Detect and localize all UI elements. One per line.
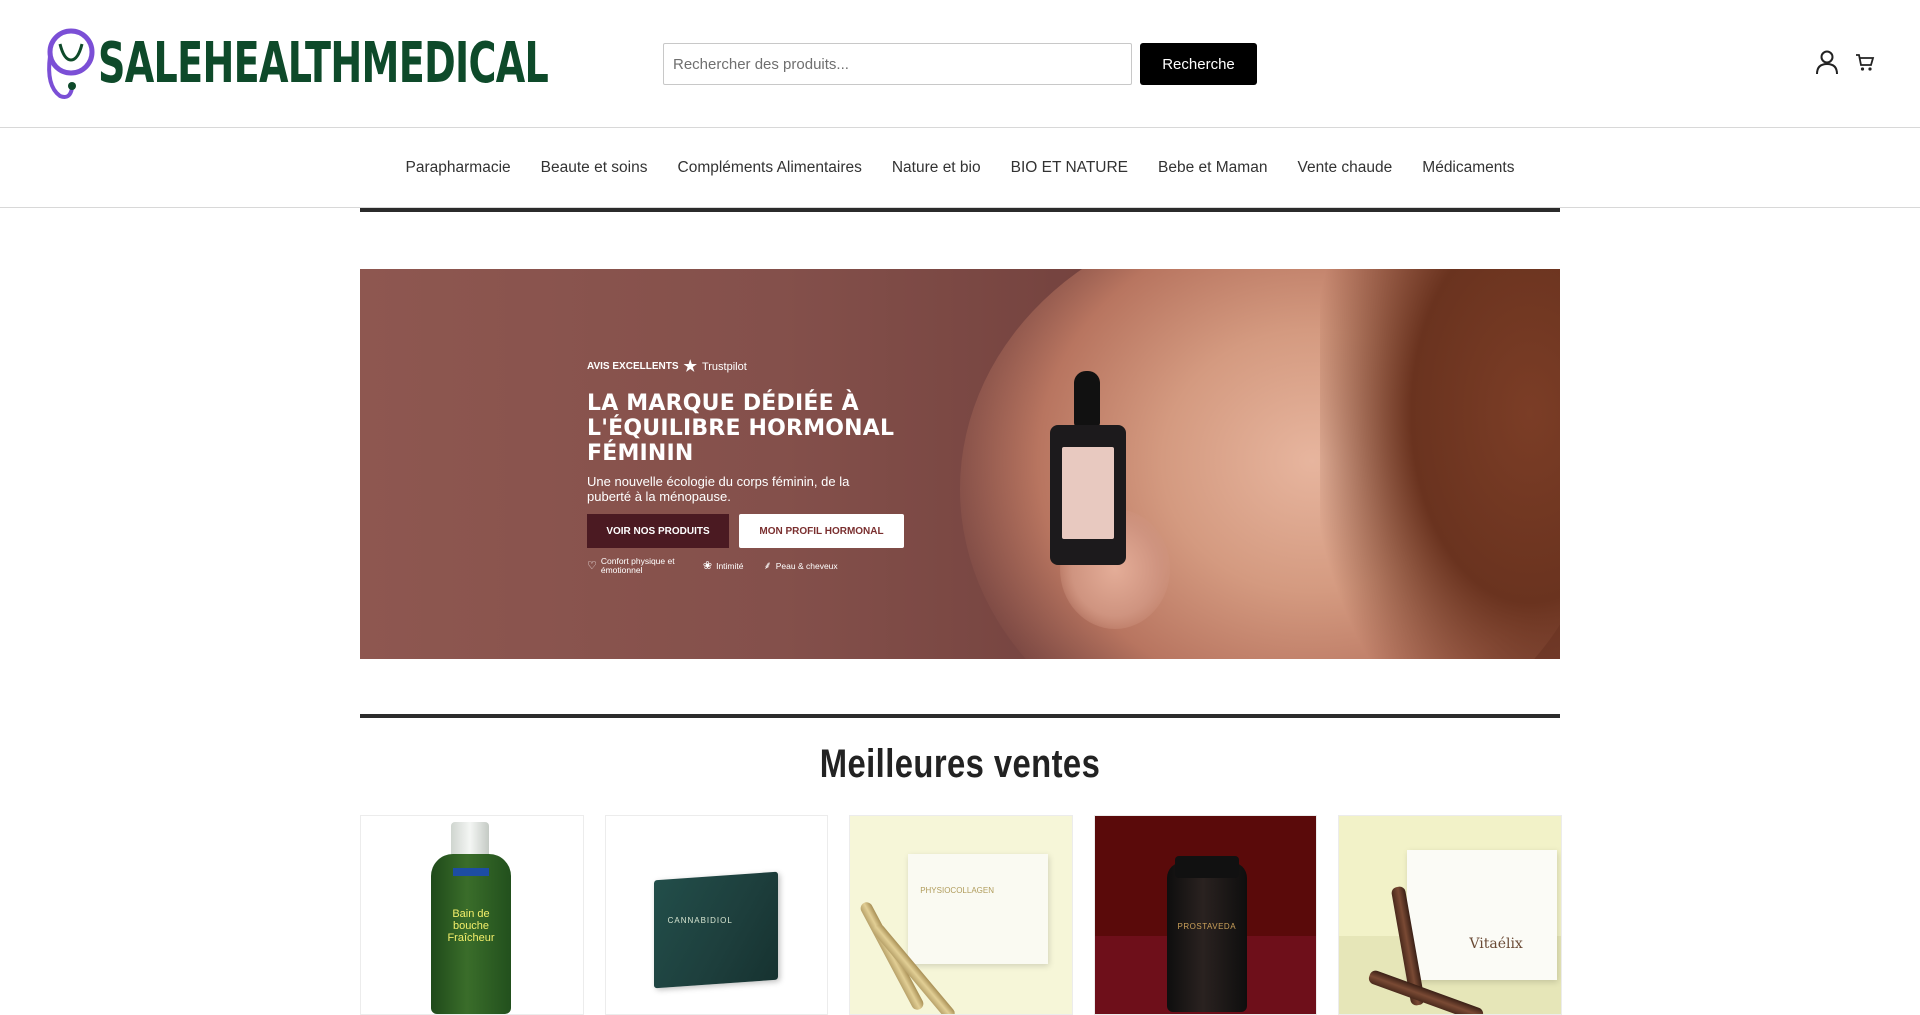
trust-brand: Trustpilot [701, 360, 747, 373]
site-logo[interactable]: SALEHEALTHMEDICAL [42, 26, 760, 102]
hormonal-profile-button[interactable]: MON PROFIL HORMONAL [739, 514, 904, 548]
banner-hair-shape [1320, 269, 1560, 659]
nav-item-bio-et-nature[interactable]: BIO ET NATURE [996, 159, 1143, 177]
product-label: Vitaélix [1469, 936, 1523, 952]
product-card[interactable]: CANNABIDIOL [604, 815, 829, 1015]
view-products-button[interactable]: VOIR NOS PRODUITS [587, 514, 729, 548]
product-image [908, 854, 1049, 964]
product-image [1166, 862, 1247, 1012]
heart-icon: ♡ [587, 559, 597, 572]
star-icon: ★ [683, 358, 697, 375]
site-header: SALEHEALTHMEDICAL Recherche [0, 0, 1920, 128]
user-icon[interactable] [1813, 48, 1841, 76]
product-label: CANNABIDIOL [667, 916, 733, 925]
best-sellers-title: Meilleures ventes [819, 742, 1101, 786]
banner-subtitle: Une nouvelle écologie du corps féminin, … [587, 474, 850, 504]
search-button[interactable]: Recherche [1140, 43, 1257, 85]
section-divider [360, 208, 1560, 212]
feature-item: ♡ Confort physique et émotionnel [587, 557, 683, 575]
product-brand-logo [453, 868, 489, 876]
trust-label: AVIS EXCELLENTS [587, 361, 679, 372]
trustpilot-badge: AVIS EXCELLENTS ★ Trustpilot [587, 359, 747, 374]
product-image [1407, 850, 1558, 980]
product-card[interactable]: PHYSIOCOLLAGEN [849, 815, 1073, 1015]
nav-item-vente-chaude[interactable]: Vente chaude [1282, 159, 1407, 177]
nav-item-beaute-et-soins[interactable]: Beaute et soins [526, 159, 663, 177]
lotus-icon: ❀ [702, 559, 713, 572]
nav-item-bebe-et-maman[interactable]: Bebe et Maman [1143, 159, 1282, 177]
product-label: PHYSIOCOLLAGEN [920, 886, 994, 895]
product-label: PROSTAVEDA [1177, 922, 1237, 931]
nav-item-complements-alimentaires[interactable]: Compléments Alimentaires [663, 159, 877, 177]
main-navigation: Parapharmacie Beaute et soins Complément… [0, 129, 1920, 208]
nav-item-parapharmacie[interactable]: Parapharmacie [391, 159, 526, 177]
product-grid: Bain de bouche Fraîcheur CANNABIDIOL PHY… [360, 815, 1562, 1015]
cart-icon[interactable] [1851, 48, 1879, 76]
stethoscope-icon [47, 28, 95, 99]
feature-label: Peau & cheveux [775, 560, 838, 571]
product-label-line: Bain de bouche [452, 908, 490, 932]
product-lid [1174, 856, 1239, 878]
nav-item-nature-et-bio[interactable]: Nature et bio [877, 159, 996, 177]
serum-bottle-image [1050, 371, 1126, 569]
product-label: Bain de bouche Fraîcheur [437, 908, 505, 978]
hero-banner[interactable]: AVIS EXCELLENTS ★ Trustpilot LA MARQUE D… [360, 269, 1560, 659]
nav-item-medicaments[interactable]: Médicaments [1407, 159, 1529, 177]
product-card[interactable]: Vitaélix [1338, 815, 1562, 1015]
feature-item: ⸙ Peau & cheveux [764, 557, 838, 575]
product-card[interactable]: PROSTAVEDA [1093, 815, 1318, 1015]
logo-text: SALEHEALTHMEDICAL [98, 31, 549, 96]
section-divider [360, 714, 1560, 718]
feature-label: Intimité [716, 560, 744, 571]
product-card[interactable]: Bain de bouche Fraîcheur [360, 815, 584, 1015]
product-label-line: Fraîcheur [447, 932, 495, 944]
feature-item: ❀ Intimité [703, 557, 744, 575]
banner-title: LA MARQUE DÉDIÉE À L'ÉQUILIBRE HORMONAL … [587, 391, 895, 466]
product-image [653, 871, 778, 989]
banner-features: ♡ Confort physique et émotionnel ❀ Intim… [587, 557, 838, 575]
search-input[interactable] [663, 43, 1132, 85]
feather-icon: ⸙ [763, 559, 772, 572]
feature-label: Confort physique et émotionnel [600, 556, 675, 575]
